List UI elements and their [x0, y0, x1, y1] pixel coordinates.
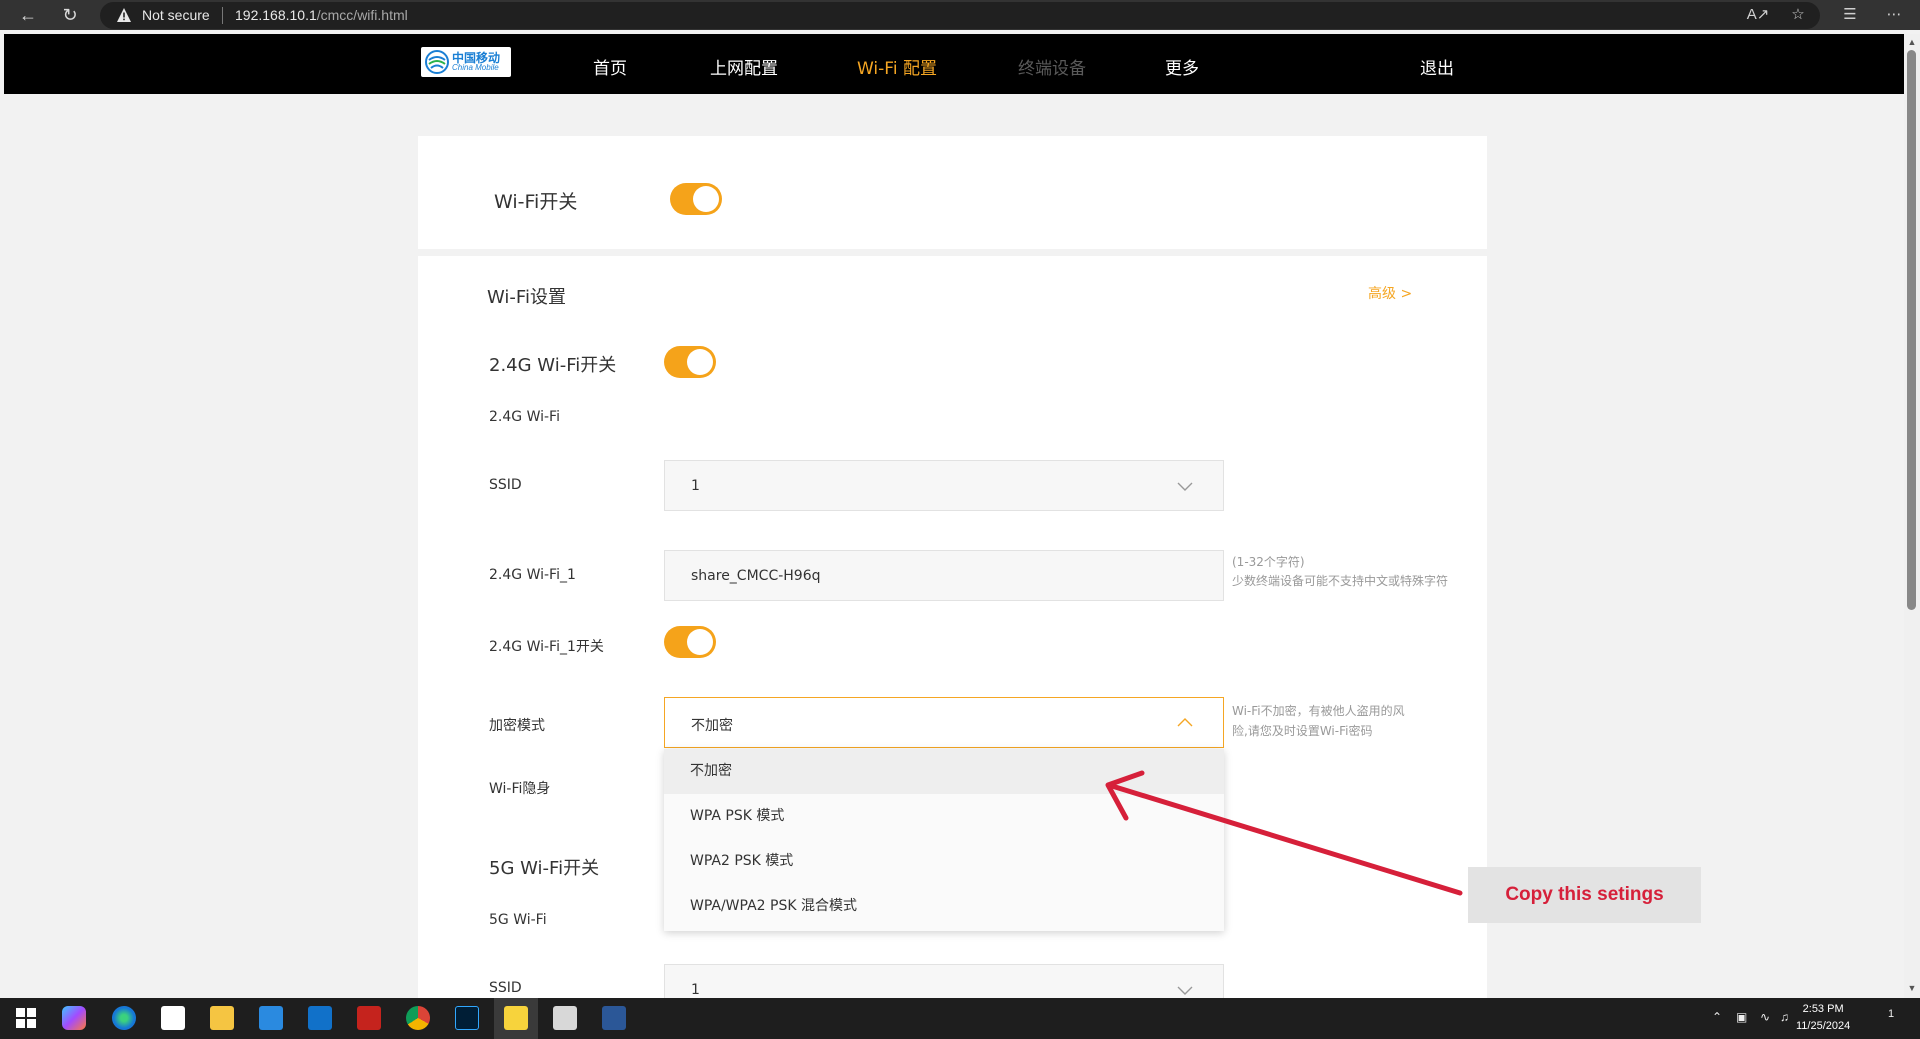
- sticky-notes-icon[interactable]: [504, 1006, 528, 1030]
- copilot-icon[interactable]: [62, 1006, 86, 1030]
- edge-browser-icon[interactable]: [112, 1006, 136, 1030]
- chrome-icon[interactable]: [406, 1006, 430, 1030]
- tray-wifi-icon[interactable]: ∿: [1760, 1010, 1770, 1024]
- capcut-icon[interactable]: [161, 1006, 185, 1030]
- scroll-up-arrow-icon[interactable]: ▲: [1906, 36, 1918, 48]
- word-icon[interactable]: [602, 1006, 626, 1030]
- notification-count[interactable]: 1: [1888, 1008, 1894, 1020]
- snipping-tool-icon[interactable]: [553, 1006, 577, 1030]
- scroll-down-arrow-icon[interactable]: ▼: [1906, 982, 1918, 994]
- microsoft-store-icon[interactable]: [259, 1006, 283, 1030]
- file-explorer-icon[interactable]: [210, 1006, 234, 1030]
- taskbar: ⌃ ▣ ∿ ♫ 2:53 PM 11/25/2024 1: [0, 998, 1920, 1039]
- page-scrollbar[interactable]: ▲ ▼: [1904, 34, 1920, 998]
- photoshop-icon[interactable]: [455, 1006, 479, 1030]
- taskbar-clock[interactable]: 2:53 PM 11/25/2024: [1796, 1001, 1850, 1035]
- tray-meet-icon[interactable]: ▣: [1736, 1010, 1747, 1024]
- outlook-icon[interactable]: [308, 1006, 332, 1030]
- scrollbar-thumb[interactable]: [1907, 50, 1916, 610]
- windows-start-icon[interactable]: [14, 1006, 38, 1030]
- app-red-icon[interactable]: [357, 1006, 381, 1030]
- tray-chevron-up-icon[interactable]: ⌃: [1712, 1010, 1722, 1024]
- annotation-callout: Copy this setings: [1468, 867, 1701, 923]
- annotation-arrow-shaft: [1109, 783, 1463, 896]
- tray-volume-icon[interactable]: ♫: [1780, 1010, 1789, 1024]
- clock-date: 11/25/2024: [1796, 1020, 1851, 1032]
- clock-time: 2:53 PM: [1802, 1003, 1844, 1015]
